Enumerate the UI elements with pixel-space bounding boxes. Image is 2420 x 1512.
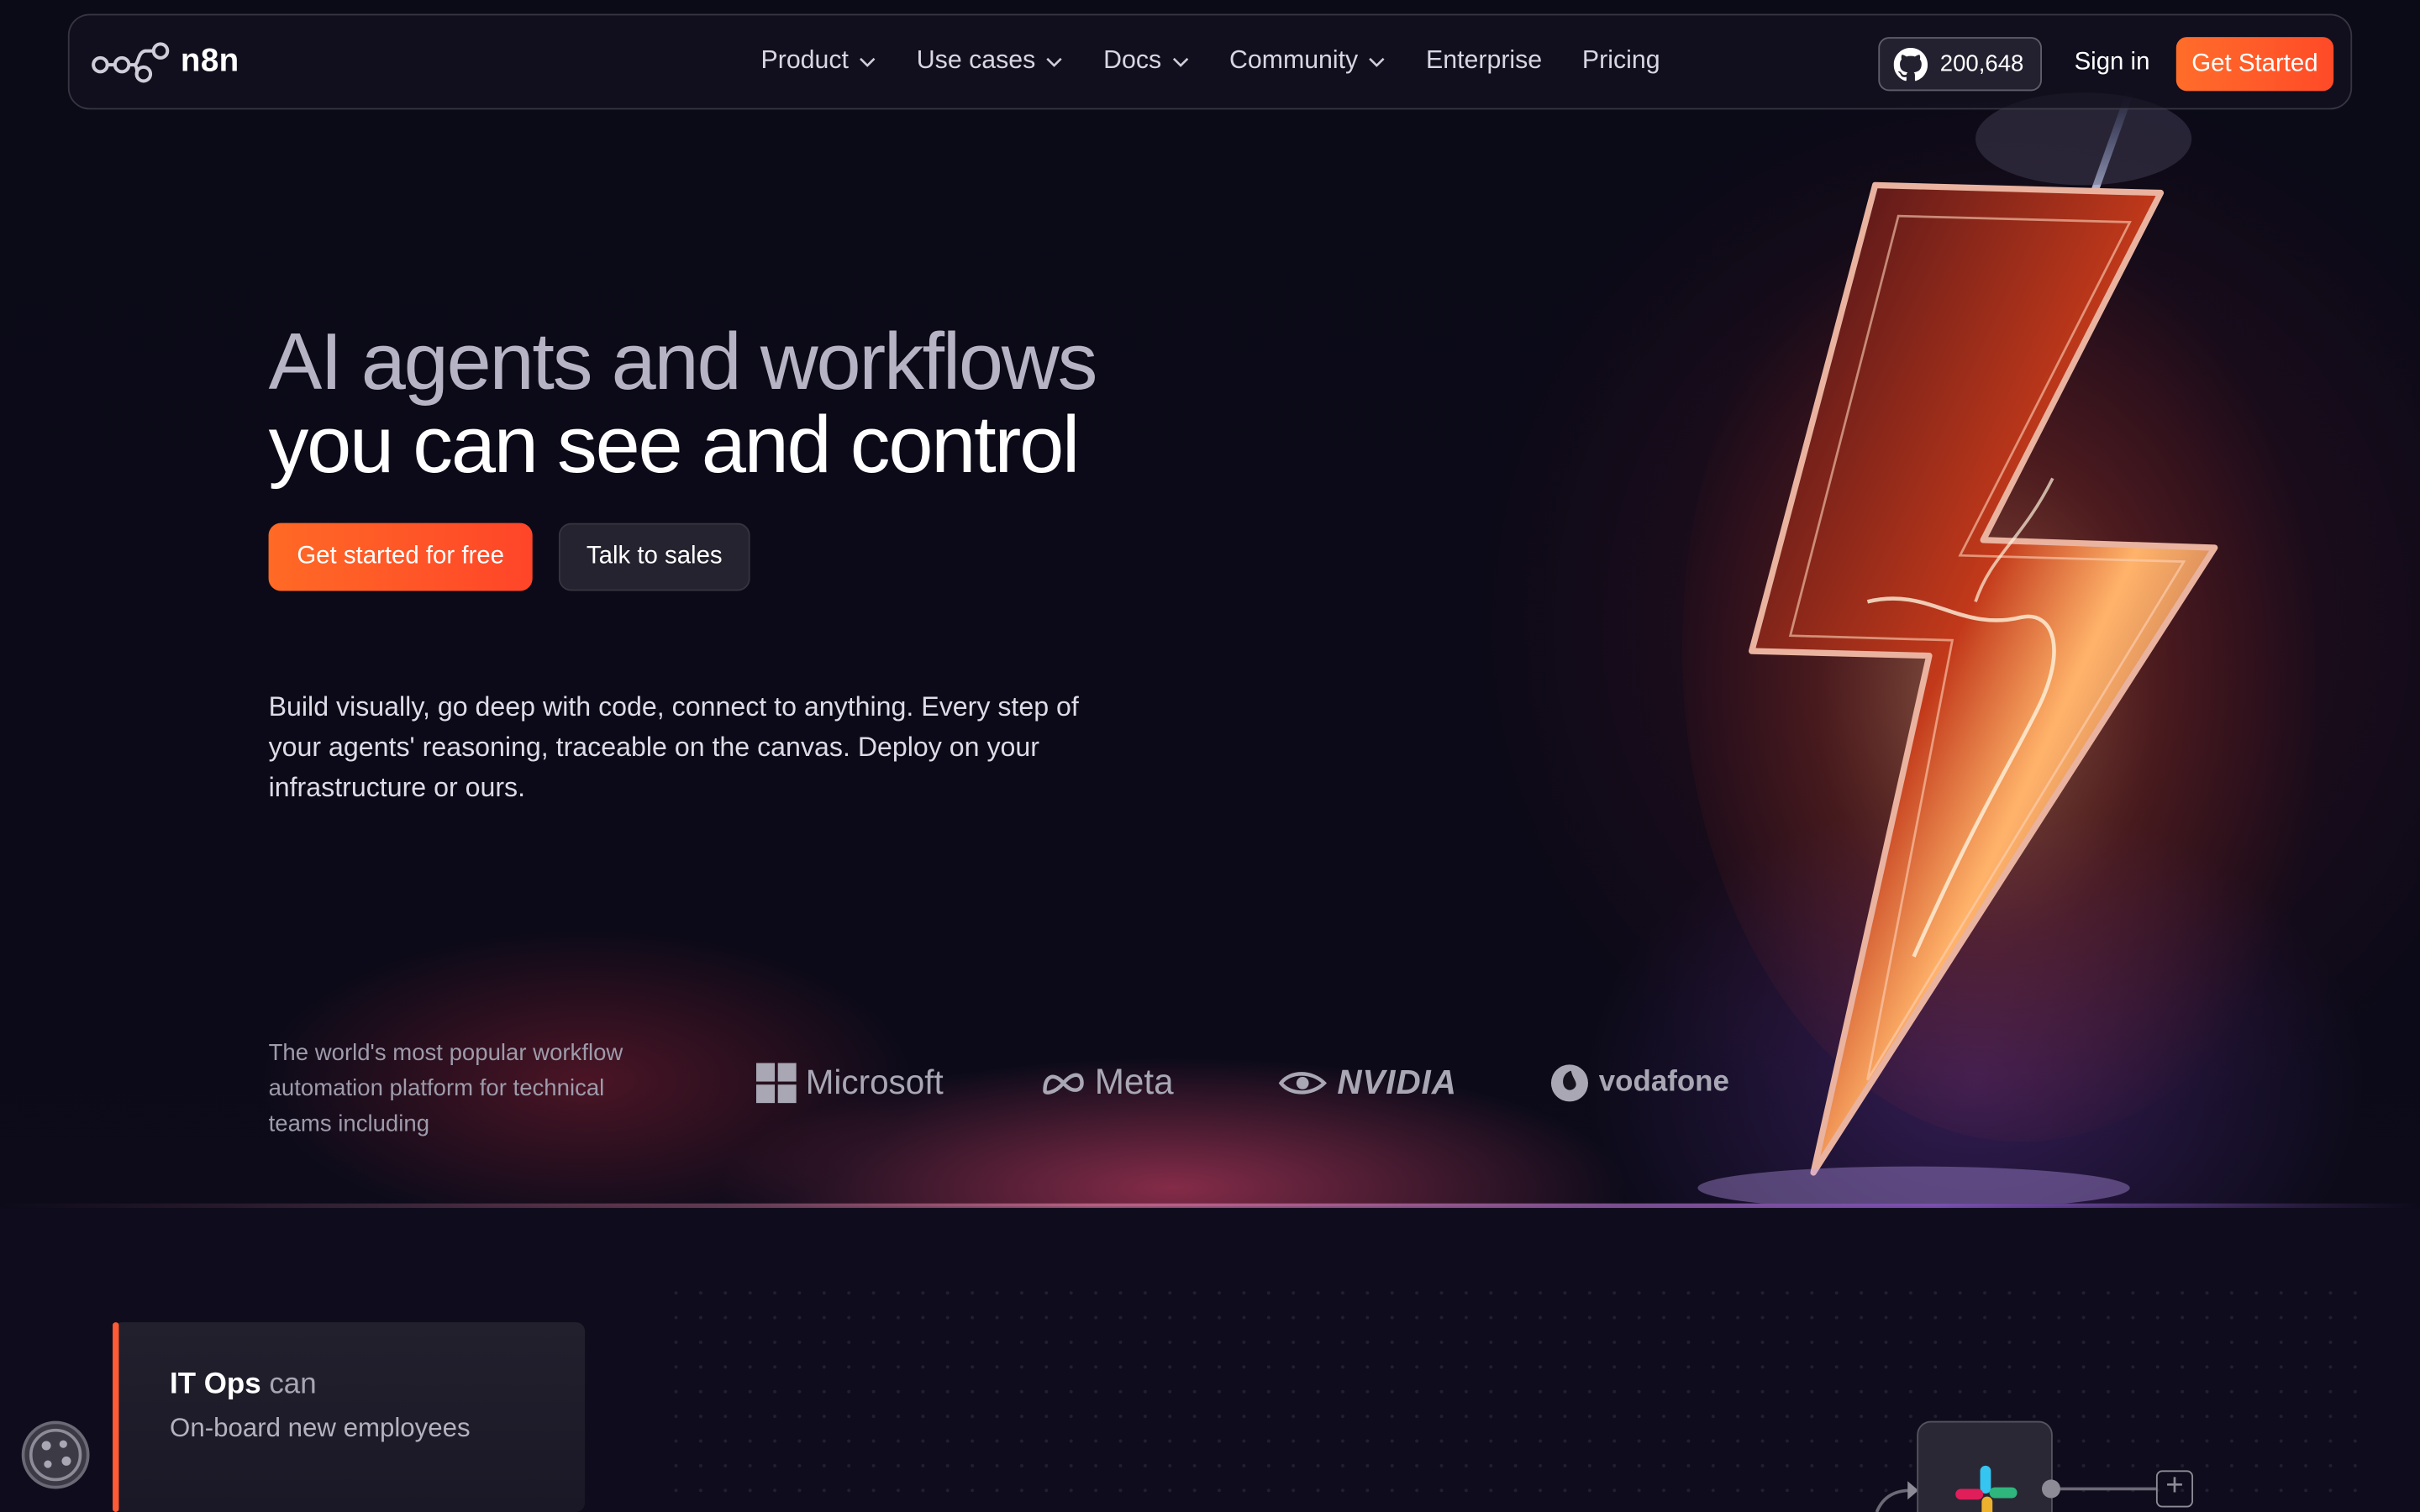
- microsoft-wordmark: Microsoft: [805, 1062, 944, 1101]
- get-started-free-button[interactable]: Get started for free: [268, 522, 533, 591]
- nav-item-label: Enterprise: [1426, 46, 1543, 75]
- github-icon: [1893, 47, 1928, 81]
- github-stars-count: 200,648: [1939, 50, 2024, 77]
- node-output-handle[interactable]: [2041, 1479, 2061, 1499]
- meta-logo: Meta: [1042, 1061, 1174, 1104]
- get-started-button[interactable]: Get Started: [2175, 37, 2334, 92]
- logo-wordmark: n8n: [180, 43, 239, 79]
- nav-item-label: Docs: [1103, 46, 1162, 75]
- talk-to-sales-button[interactable]: Talk to sales: [558, 522, 750, 591]
- chevron-down-icon: [1369, 56, 1385, 66]
- hero-description: Build visually, go deep with code, conne…: [268, 690, 1079, 803]
- github-stars-button[interactable]: 200,648: [1878, 37, 2042, 92]
- canvas-dot-grid: [663, 1280, 2362, 1512]
- trust-statement: The world's most popular workflow automa…: [268, 1039, 623, 1137]
- nav-item-product[interactable]: Product: [761, 46, 877, 76]
- nav-item-enterprise[interactable]: Enterprise: [1426, 46, 1542, 76]
- plus-icon[interactable]: +: [2155, 1470, 2193, 1508]
- sign-in-link[interactable]: Sign in: [2075, 50, 2150, 77]
- nvidia-wordmark: NVIDIA: [1337, 1062, 1457, 1101]
- use-case-card[interactable]: IT Ops can On-board new employees: [113, 1322, 586, 1512]
- nav-item-docs[interactable]: Docs: [1103, 46, 1189, 76]
- hero-headline: AI agents and workflows you can see and …: [268, 318, 1098, 491]
- n8n-logo[interactable]: n8n: [91, 40, 239, 83]
- microsoft-icon: [755, 1062, 797, 1103]
- nav-links: Product Use cases Docs Community Enterpr…: [761, 46, 1701, 76]
- slack-icon: [1955, 1465, 2018, 1512]
- hero-headline-line2: you can see and control: [268, 401, 1081, 491]
- use-case-task: On-board new employees: [170, 1413, 471, 1443]
- nav-item-use-cases[interactable]: Use cases: [917, 46, 1064, 76]
- n8n-logo-icon: [92, 42, 170, 83]
- nav-item-community[interactable]: Community: [1229, 46, 1386, 76]
- chevron-down-icon: [1046, 56, 1062, 66]
- vodafone-wordmark: vodafone: [1598, 1065, 1729, 1098]
- card-accent-bar: [113, 1322, 119, 1512]
- use-case-connector: can: [269, 1368, 317, 1401]
- nvidia-logo: NVIDIA: [1279, 1063, 1457, 1103]
- page: n8n Product Use cases Docs Community Ent…: [0, 0, 2420, 1512]
- use-case-role: IT Ops: [170, 1368, 261, 1401]
- nav-item-label: Use cases: [916, 46, 1036, 75]
- cookie-icon: [29, 1428, 82, 1482]
- nvidia-icon: [1279, 1071, 1328, 1094]
- connection-arrow: [1875, 1481, 1919, 1512]
- slack-node[interactable]: [1917, 1420, 2053, 1512]
- meta-wordmark: Meta: [1094, 1061, 1174, 1102]
- lightning-bolt-illustration: [1682, 92, 2316, 1204]
- vodafone-icon: [1550, 1063, 1588, 1101]
- node-connector-line: [2060, 1487, 2156, 1491]
- hero-headline-line1: AI agents and workflows: [268, 318, 1098, 407]
- nav-item-label: Pricing: [1581, 46, 1660, 75]
- vodafone-logo: vodafone: [1549, 1063, 1729, 1103]
- meta-icon: [1043, 1072, 1085, 1094]
- use-case-title: IT Ops can: [170, 1368, 317, 1402]
- customer-logos: Microsoft Meta NVIDIA vodafone: [755, 1061, 1729, 1104]
- chevron-down-icon: [859, 56, 876, 66]
- chevron-down-icon: [1172, 56, 1188, 66]
- nav-item-label: Product: [760, 46, 849, 75]
- microsoft-logo: Microsoft: [755, 1062, 944, 1103]
- nav-item-pricing[interactable]: Pricing: [1582, 46, 1660, 76]
- nav-item-label: Community: [1228, 46, 1359, 75]
- top-navigation-bar: n8n Product Use cases Docs Community Ent…: [67, 13, 2353, 110]
- cookie-settings-button[interactable]: [21, 1420, 90, 1489]
